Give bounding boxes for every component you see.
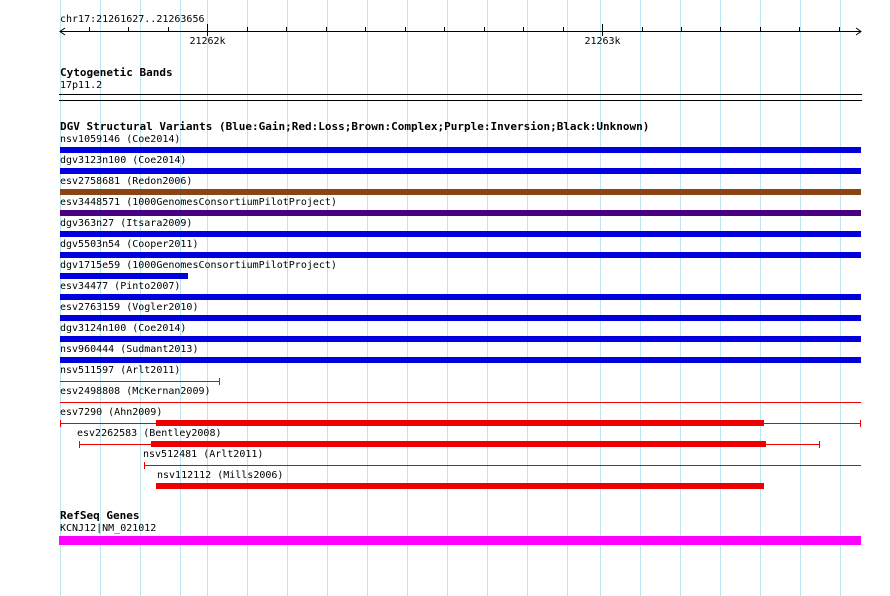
variant-label: dgv3124n100 (Coe2014) — [60, 323, 187, 334]
variant-endcap — [78, 441, 80, 448]
dgv-track-title: DGV Structural Variants (Blue:Gain;Red:L… — [60, 120, 650, 133]
variant-line[interactable] — [60, 402, 861, 403]
variant-label: dgv3123n100 (Coe2014) — [60, 155, 187, 166]
variant-line[interactable] — [144, 465, 861, 466]
variant-label: esv3448571 (1000GenomesConsortiumPilotPr… — [60, 197, 337, 208]
variant-bar[interactable] — [60, 273, 188, 279]
variant-bar[interactable] — [60, 336, 861, 342]
variant-label: dgv5503n54 (Cooper2011) — [60, 239, 199, 250]
variant-label: esv34477 (Pinto2007) — [60, 281, 181, 292]
variant-bar[interactable] — [60, 357, 861, 363]
ruler-tick-label: 21262k — [189, 36, 225, 47]
gene-label: KCNJ12|NM_021012 — [60, 523, 157, 534]
variant-label: dgv363n27 (Itsara2009) — [60, 218, 193, 229]
variant-endcap — [218, 378, 220, 385]
variant-label: esv7290 (Ahn2009) — [60, 407, 163, 418]
variant-label: esv2262583 (Bentley2008) — [77, 428, 222, 439]
cytoband-line-bottom[interactable] — [59, 100, 862, 101]
variant-bar[interactable] — [60, 294, 861, 300]
variant-bar[interactable] — [60, 168, 861, 174]
variant-endcap — [818, 441, 820, 448]
variant-bar[interactable] — [60, 210, 861, 216]
variant-label: esv2498808 (McKernan2009) — [60, 386, 211, 397]
variant-bar[interactable] — [60, 147, 861, 153]
gene-feature-bar[interactable] — [59, 536, 861, 545]
variant-label: nsv112112 (Mills2006) — [157, 470, 284, 481]
cytoband-label: 17p11.2 — [60, 80, 103, 91]
variant-bar[interactable] — [60, 231, 861, 237]
variant-label: esv2763159 (Vogler2010) — [60, 302, 199, 313]
variant-endcap — [860, 420, 861, 427]
variant-label: dgv1715e59 (1000GenomesConsortiumPilotPr… — [60, 260, 337, 271]
variant-bar[interactable] — [60, 315, 861, 321]
variant-inner-bar[interactable] — [155, 420, 764, 426]
variant-bar[interactable] — [155, 483, 764, 489]
cytoband-line-top[interactable] — [59, 94, 862, 95]
variant-label: esv2758681 (Redon2006) — [60, 176, 193, 187]
cytoband-track-title: Cytogenetic Bands — [60, 66, 173, 79]
coordinate-ruler[interactable]: 21262k 21263k — [0, 0, 890, 50]
variant-label: nsv511597 (Arlt2011) — [60, 365, 181, 376]
variant-line[interactable] — [60, 381, 220, 382]
variant-label: nsv512481 (Arlt2011) — [143, 449, 264, 460]
variant-endcap — [144, 462, 146, 469]
variant-bar[interactable] — [60, 189, 861, 195]
variant-endcap — [60, 420, 61, 427]
refseq-track-title: RefSeq Genes — [60, 509, 140, 522]
variant-label: nsv1059146 (Coe2014) — [60, 134, 181, 145]
variant-bar[interactable] — [60, 252, 861, 258]
variant-label: nsv960444 (Sudmant2013) — [60, 344, 199, 355]
variant-inner-bar[interactable] — [151, 441, 766, 447]
ruler-tick-label: 21263k — [584, 36, 620, 47]
